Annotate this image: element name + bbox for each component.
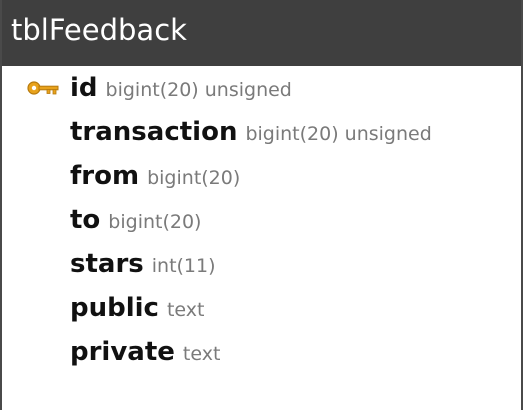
column-row-public[interactable]: public text: [2, 286, 521, 330]
table-entity-tblfeedback[interactable]: tblFeedback id bigint(20) unsigned transa…: [0, 0, 523, 410]
table-header[interactable]: tblFeedback: [2, 0, 521, 66]
column-name: transaction: [70, 117, 238, 147]
column-name: id: [70, 73, 98, 103]
column-row-from[interactable]: from bigint(20): [2, 154, 521, 198]
column-type: text: [182, 343, 221, 365]
table-name: tblFeedback: [11, 13, 187, 47]
column-row-to[interactable]: to bigint(20): [2, 198, 521, 242]
column-type: text: [166, 299, 205, 321]
column-name: from: [70, 161, 140, 191]
column-type: bigint(20): [147, 167, 241, 189]
column-row-private[interactable]: private text: [2, 330, 521, 374]
key-icon: [27, 81, 59, 95]
column-name: stars: [70, 249, 144, 279]
column-row-id[interactable]: id bigint(20) unsigned: [2, 66, 521, 110]
column-row-transaction[interactable]: transaction bigint(20) unsigned: [2, 110, 521, 154]
column-type: bigint(20) unsigned: [245, 123, 432, 145]
column-name: private: [70, 337, 175, 367]
column-type: int(11): [151, 255, 216, 277]
column-name: to: [70, 205, 101, 235]
column-type: bigint(20) unsigned: [105, 79, 292, 101]
column-name: public: [70, 293, 159, 323]
column-row-stars[interactable]: stars int(11): [2, 242, 521, 286]
column-type: bigint(20): [108, 211, 202, 233]
